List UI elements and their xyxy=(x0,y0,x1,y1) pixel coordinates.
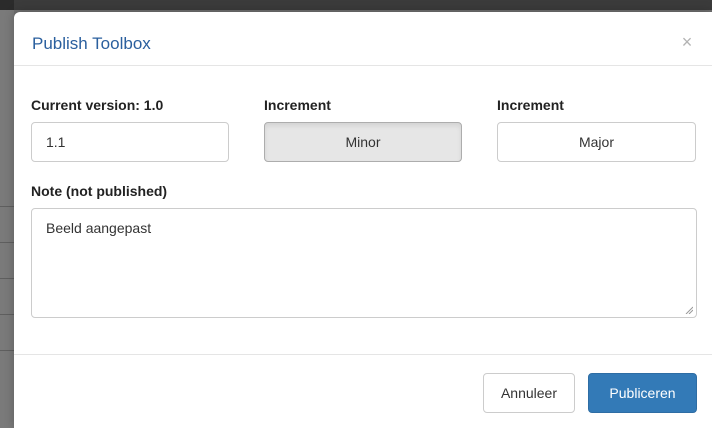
increment-major-label: Increment xyxy=(497,97,564,113)
dialog-header: Publish Toolbox × xyxy=(14,12,712,66)
note-textarea[interactable]: Beeld aangepast xyxy=(31,208,697,318)
background-divider xyxy=(0,206,14,207)
background-divider xyxy=(0,242,14,243)
note-text: Beeld aangepast xyxy=(46,220,152,236)
background-app-sidebar xyxy=(0,10,14,428)
increment-minor-label: Increment xyxy=(264,97,331,113)
background-app-menubar xyxy=(14,0,712,10)
resize-handle-icon[interactable] xyxy=(685,306,693,314)
increment-major-button[interactable]: Major xyxy=(497,122,696,162)
dialog-footer: Annuleer Publiceren xyxy=(14,354,712,428)
increment-minor-button[interactable]: Minor xyxy=(264,122,462,162)
dialog-title: Publish Toolbox xyxy=(32,34,151,53)
background-divider xyxy=(0,350,14,351)
note-label: Note (not published) xyxy=(31,183,168,199)
background-divider xyxy=(0,314,14,315)
dialog-body: Current version: 1.0 1.1 Increment Minor… xyxy=(14,66,712,354)
current-version-label: Current version: 1.0 xyxy=(31,97,164,113)
close-icon[interactable]: × xyxy=(680,32,694,52)
new-version-input[interactable]: 1.1 xyxy=(31,122,229,162)
publish-button[interactable]: Publiceren xyxy=(588,373,697,413)
publish-toolbox-dialog: Publish Toolbox × Current version: 1.0 1… xyxy=(14,12,712,428)
cancel-button[interactable]: Annuleer xyxy=(483,373,575,413)
background-divider xyxy=(0,278,14,279)
